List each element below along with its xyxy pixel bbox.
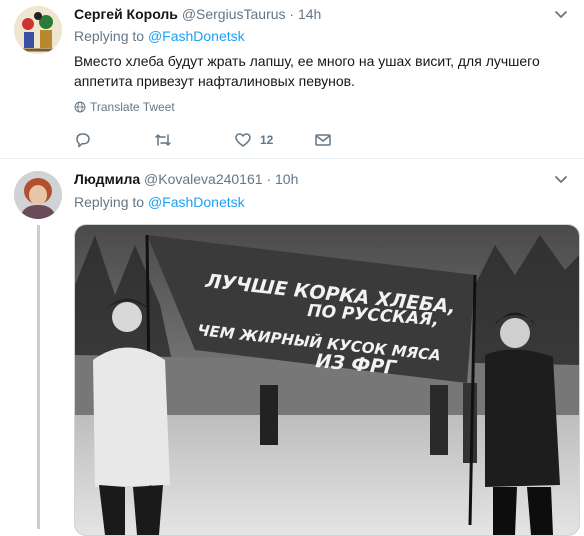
tweet-actions: 12 xyxy=(74,131,394,149)
chevron-down-icon[interactable] xyxy=(552,6,570,24)
tweet-photo[interactable]: ЛУЧШЕ КОРКА ХЛЕБА, ПО РУССКАЯ, ЧЕМ ЖИРНЫ… xyxy=(74,224,580,536)
translate-tweet[interactable]: Translate Tweet xyxy=(74,100,175,114)
author-handle[interactable]: @SergiusTaurus xyxy=(182,6,286,22)
like-button[interactable]: 12 xyxy=(234,131,314,149)
tweet-timestamp[interactable]: 10h xyxy=(275,171,298,187)
avatar[interactable] xyxy=(14,6,62,54)
author-handle[interactable]: @Kovaleva240161 xyxy=(144,171,263,187)
tweet-timestamp[interactable]: 14h xyxy=(298,6,321,22)
heart-icon xyxy=(235,133,251,147)
replying-to-link[interactable]: @FashDonetsk xyxy=(148,194,245,210)
retweet-icon xyxy=(155,134,171,146)
tweet-1[interactable]: Сергей Король @SergiusTaurus · 14h Reply… xyxy=(0,0,584,158)
replying-to: Replying to @FashDonetsk xyxy=(74,194,245,210)
tweet-text: Вместо хлеба будут жрать лапшу, ее много… xyxy=(74,51,574,91)
separator-dot: · xyxy=(289,6,295,22)
author-name[interactable]: Сергей Король xyxy=(74,6,178,22)
replying-label: Replying to xyxy=(74,194,145,210)
reply-button[interactable] xyxy=(74,131,154,149)
direct-message-button[interactable] xyxy=(314,131,394,149)
tweet-text-line: Вместо хлеба будут жрать лапшу, ее много… xyxy=(74,53,540,69)
like-count: 12 xyxy=(260,133,274,147)
tweet-2[interactable]: Людмила @Kovaleva240161 · 10h Replying t… xyxy=(0,159,584,536)
separator-dot: · xyxy=(266,171,272,187)
tweet-text-line: аппетита привезут нафталиновых певунов. xyxy=(74,73,355,89)
envelope-icon xyxy=(315,134,331,146)
thread-line xyxy=(37,225,40,529)
chevron-down-icon[interactable] xyxy=(552,171,570,189)
reply-icon xyxy=(76,133,90,148)
globe-icon xyxy=(74,101,86,113)
replying-to: Replying to @FashDonetsk xyxy=(74,28,245,44)
retweet-button[interactable] xyxy=(154,131,234,149)
replying-to-link[interactable]: @FashDonetsk xyxy=(148,28,245,44)
avatar[interactable] xyxy=(14,171,62,219)
author-name[interactable]: Людмила xyxy=(74,171,140,187)
translate-label[interactable]: Translate Tweet xyxy=(90,100,175,114)
replying-label: Replying to xyxy=(74,28,145,44)
